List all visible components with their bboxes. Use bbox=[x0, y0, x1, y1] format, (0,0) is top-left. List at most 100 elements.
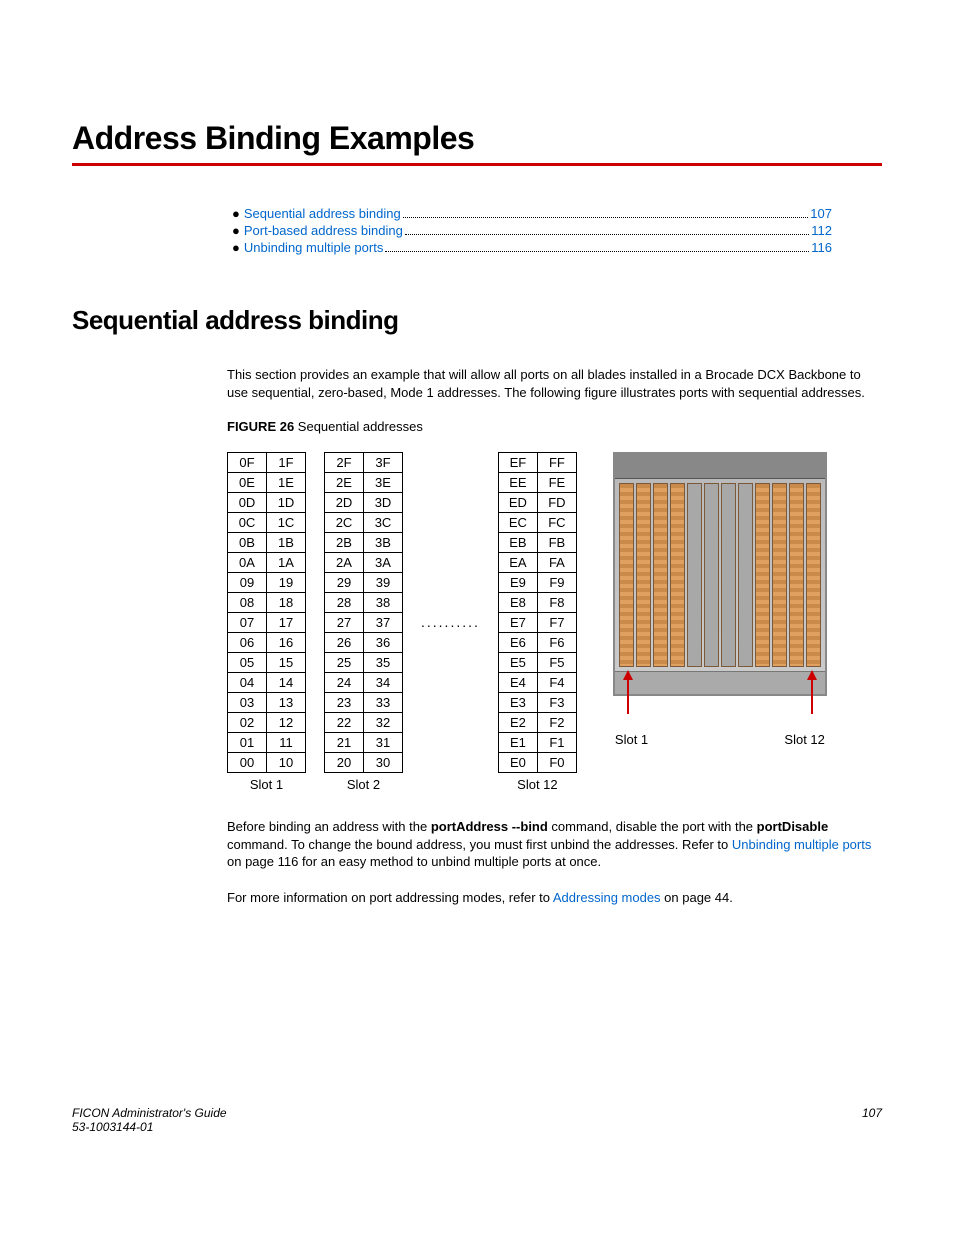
addr-cell: FE bbox=[537, 473, 576, 493]
addr-cell: 2C bbox=[325, 513, 364, 533]
addr-cell: 13 bbox=[267, 693, 306, 713]
addr-cell: E9 bbox=[498, 573, 537, 593]
addr-cell: 36 bbox=[364, 633, 403, 653]
addr-cell: 27 bbox=[325, 613, 364, 633]
addr-cell: 3C bbox=[364, 513, 403, 533]
addr-cell: 1F bbox=[267, 453, 306, 473]
slot-label: Slot 12 bbox=[517, 777, 557, 792]
addr-cell: 2A bbox=[325, 553, 364, 573]
toc-link[interactable]: Unbinding multiple ports bbox=[244, 240, 383, 255]
addr-cell: 0D bbox=[228, 493, 267, 513]
addr-cell: 39 bbox=[364, 573, 403, 593]
addr-cell: 37 bbox=[364, 613, 403, 633]
figure-label-bold: FIGURE 26 bbox=[227, 419, 294, 434]
figure-caption: FIGURE 26 Sequential addresses bbox=[227, 419, 882, 434]
footer-docnum: 53-1003144-01 bbox=[72, 1120, 227, 1134]
addr-cell: 0F bbox=[228, 453, 267, 473]
addr-cell: F3 bbox=[537, 693, 576, 713]
slot-label: Slot 1 bbox=[250, 777, 283, 792]
addr-cell: 32 bbox=[364, 713, 403, 733]
addr-cell: F7 bbox=[537, 613, 576, 633]
addr-cell: FD bbox=[537, 493, 576, 513]
addr-cell: 18 bbox=[267, 593, 306, 613]
addr-cell: 02 bbox=[228, 713, 267, 733]
address-table: EFFFEEFEEDFDECFCEBFBEAFAE9F9E8F8E7F7E6F6… bbox=[498, 452, 577, 773]
addr-cell: 0E bbox=[228, 473, 267, 493]
addr-cell: 30 bbox=[364, 753, 403, 773]
addr-cell: E0 bbox=[498, 753, 537, 773]
addr-cell: F0 bbox=[537, 753, 576, 773]
toc-row: ●Sequential address binding107 bbox=[232, 206, 832, 221]
paragraph-2: Before binding an address with the portA… bbox=[227, 818, 882, 871]
bullet-icon: ● bbox=[232, 240, 240, 255]
addr-cell: 38 bbox=[364, 593, 403, 613]
addr-cell: 3A bbox=[364, 553, 403, 573]
addr-cell: 04 bbox=[228, 673, 267, 693]
addr-cell: E8 bbox=[498, 593, 537, 613]
addr-cell: EF bbox=[498, 453, 537, 473]
addr-cell: 1E bbox=[267, 473, 306, 493]
intro-paragraph: This section provides an example that wi… bbox=[227, 366, 882, 401]
section-heading: Sequential address binding bbox=[72, 305, 882, 336]
addr-cell: 3B bbox=[364, 533, 403, 553]
addr-cell: 21 bbox=[325, 733, 364, 753]
addr-cell: EC bbox=[498, 513, 537, 533]
addr-cell: 11 bbox=[267, 733, 306, 753]
addr-cell: 0C bbox=[228, 513, 267, 533]
addr-cell: FF bbox=[537, 453, 576, 473]
addr-cell: 06 bbox=[228, 633, 267, 653]
addr-cell: F8 bbox=[537, 593, 576, 613]
addr-cell: 12 bbox=[267, 713, 306, 733]
addr-cell: EE bbox=[498, 473, 537, 493]
addr-cell: 2D bbox=[325, 493, 364, 513]
addr-cell: 1D bbox=[267, 493, 306, 513]
addr-cell: 23 bbox=[325, 693, 364, 713]
footer-page-number: 107 bbox=[862, 1106, 882, 1134]
chassis-illustration: Slot 1 Slot 12 bbox=[613, 452, 827, 747]
toc-page: 112 bbox=[811, 223, 832, 238]
addr-cell: 25 bbox=[325, 653, 364, 673]
ellipsis-icon: .......... bbox=[421, 614, 480, 630]
addr-cell: 2E bbox=[325, 473, 364, 493]
addr-cell: 07 bbox=[228, 613, 267, 633]
addr-cell: 08 bbox=[228, 593, 267, 613]
toc-dots bbox=[385, 250, 809, 252]
addr-cell: 14 bbox=[267, 673, 306, 693]
toc-row: ●Port-based address binding112 bbox=[232, 223, 832, 238]
chassis-slot12-label: Slot 12 bbox=[784, 732, 824, 747]
toc-page: 116 bbox=[811, 240, 832, 255]
addr-cell: 00 bbox=[228, 753, 267, 773]
link-unbinding-ports[interactable]: Unbinding multiple ports bbox=[732, 837, 871, 852]
address-table: 0F1F0E1E0D1D0C1C0B1B0A1A0919081807170616… bbox=[227, 452, 306, 773]
addr-cell: E4 bbox=[498, 673, 537, 693]
figure-label-text: Sequential addresses bbox=[294, 419, 423, 434]
toc: ●Sequential address binding107●Port-base… bbox=[232, 206, 832, 255]
paragraph-3: For more information on port addressing … bbox=[227, 889, 882, 907]
addr-cell: 34 bbox=[364, 673, 403, 693]
addr-cell: F2 bbox=[537, 713, 576, 733]
addr-cell: 31 bbox=[364, 733, 403, 753]
addr-cell: 15 bbox=[267, 653, 306, 673]
addr-cell: E1 bbox=[498, 733, 537, 753]
addr-cell: F9 bbox=[537, 573, 576, 593]
toc-link[interactable]: Port-based address binding bbox=[244, 223, 403, 238]
title-rule bbox=[72, 163, 882, 166]
addr-cell: 33 bbox=[364, 693, 403, 713]
cmd-portdisable: portDisable bbox=[757, 819, 829, 834]
addr-cell: 16 bbox=[267, 633, 306, 653]
toc-dots bbox=[403, 216, 809, 218]
figure-26: 0F1F0E1E0D1D0C1C0B1B0A1A0919081807170616… bbox=[227, 452, 882, 792]
slot-block: 2F3F2E3E2D3D2C3C2B3B2A3A2939283827372636… bbox=[324, 452, 403, 792]
addr-cell: 28 bbox=[325, 593, 364, 613]
link-addressing-modes[interactable]: Addressing modes bbox=[553, 890, 661, 905]
toc-dots bbox=[405, 233, 809, 235]
addr-cell: 35 bbox=[364, 653, 403, 673]
chassis-slot1-label: Slot 1 bbox=[615, 732, 648, 747]
addr-cell: 20 bbox=[325, 753, 364, 773]
toc-link[interactable]: Sequential address binding bbox=[244, 206, 401, 221]
page-footer: FICON Administrator's Guide 53-1003144-0… bbox=[72, 1106, 882, 1134]
addr-cell: 22 bbox=[325, 713, 364, 733]
addr-cell: 26 bbox=[325, 633, 364, 653]
addr-cell: E6 bbox=[498, 633, 537, 653]
toc-page: 107 bbox=[810, 206, 832, 221]
